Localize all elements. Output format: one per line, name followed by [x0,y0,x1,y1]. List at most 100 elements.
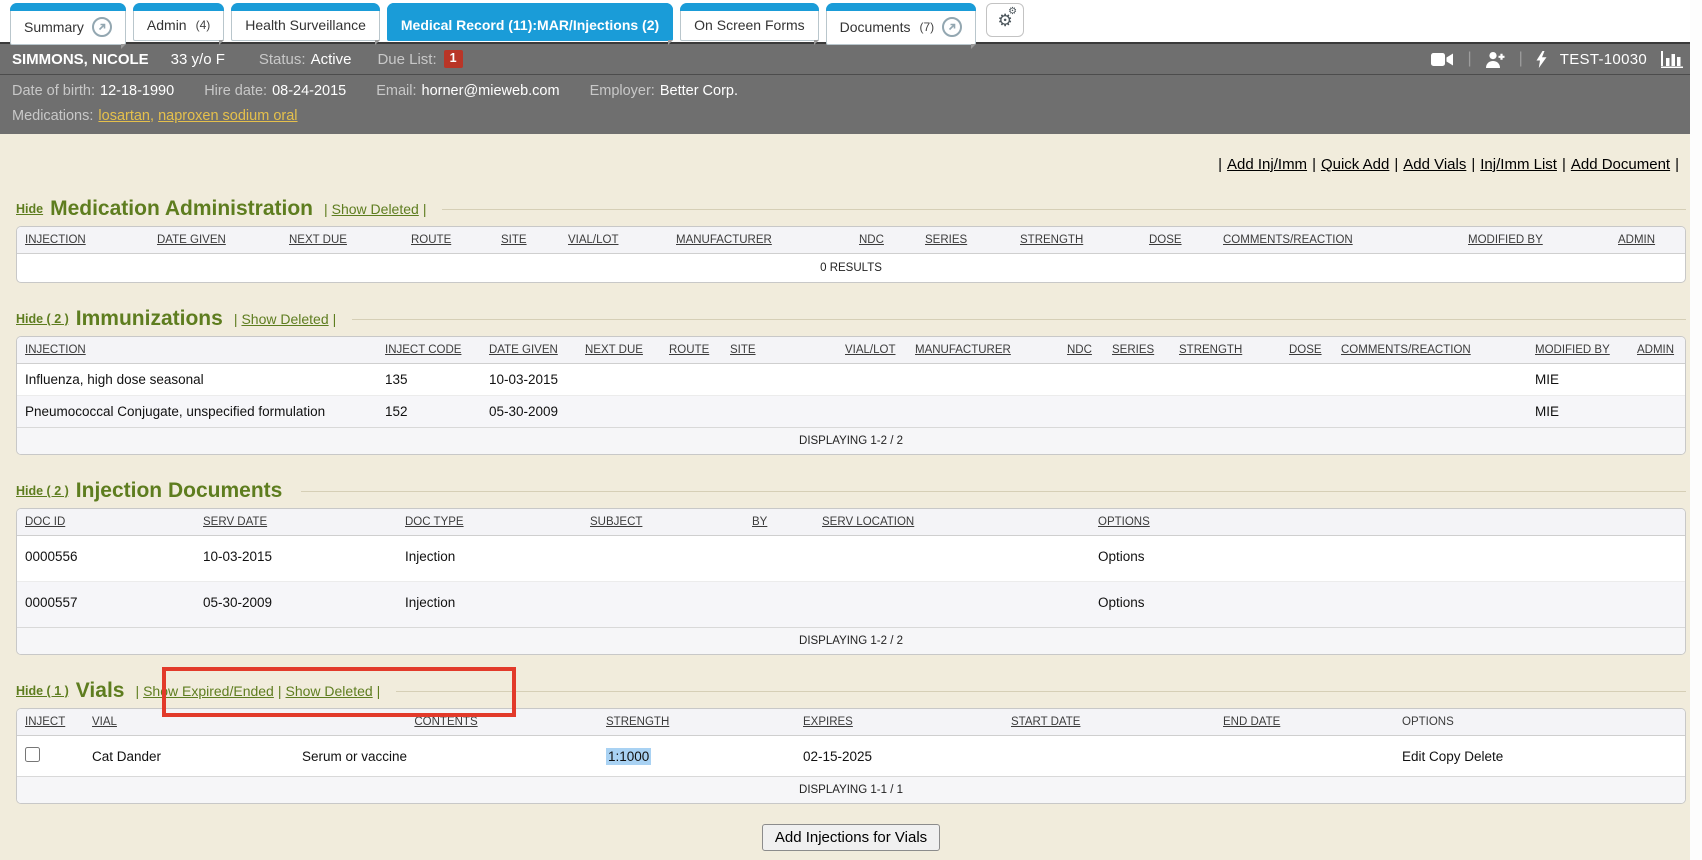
paging-text: DISPLAYING 1-1 / 1 [17,777,1685,804]
section-rule [301,491,1686,492]
show-deleted-link[interactable]: Show Deleted [332,201,419,217]
popout-icon[interactable] [942,17,962,37]
due-list-badge[interactable]: 1 [444,50,463,68]
vertical-scrollbar[interactable] [1690,0,1702,860]
popout-icon[interactable] [92,17,112,37]
results-count: 0 RESULTS [17,254,1685,283]
medication-link[interactable]: losartan [98,108,150,124]
section-title: Immunizations [76,307,223,331]
add-injections-for-vials-button[interactable]: Add Injections for Vials [762,824,940,851]
col-header[interactable]: END DATE [1215,709,1394,736]
cell-contents: Serum or vaccine [294,736,598,777]
col-header[interactable]: ADMIN [1629,337,1685,364]
immunizations-table: INJECTION INJECT CODE DATE GIVEN NEXT DU… [16,336,1686,455]
col-header[interactable]: COMMENTS/REACTION [1215,227,1460,254]
email-label: Email: [376,83,416,99]
col-header[interactable]: DOC ID [17,509,195,536]
quick-add-link[interactable]: Quick Add [1321,156,1389,173]
medication-link[interactable]: naproxen sodium oral [158,108,297,124]
options-link[interactable]: Options [1098,595,1145,610]
section-title: Vials [76,679,125,703]
col-header[interactable]: NDC [1059,337,1104,364]
col-header[interactable]: VIAL/LOT [560,227,668,254]
col-header[interactable]: INJECTION [17,337,377,364]
settings-button[interactable]: ⚙ ⚙ [986,3,1024,37]
tab-label: Admin [147,17,187,33]
section-rule [442,209,1686,210]
col-header[interactable]: SUBJECT [582,509,744,536]
col-header[interactable]: COMMENTS/REACTION [1333,337,1527,364]
col-header[interactable]: INJECT CODE [377,337,481,364]
hide-link[interactable]: Hide [16,202,43,216]
show-deleted-link[interactable]: Show Deleted [286,683,373,699]
col-header[interactable]: SERIES [917,227,1012,254]
immunization-row: Influenza, high dose seasonal 135 10-03-… [17,364,1685,396]
col-header[interactable]: OPTIONS [1090,509,1685,536]
col-header[interactable]: MODIFIED BY [1527,337,1629,364]
tab-health-surveillance[interactable]: Health Surveillance [231,3,380,41]
video-camera-icon[interactable] [1431,52,1454,67]
section-rule [396,691,1686,692]
col-header[interactable]: MANUFACTURER [668,227,851,254]
show-deleted-link[interactable]: Show Deleted [241,311,328,327]
vial-select-checkbox[interactable] [25,747,40,762]
col-header[interactable]: NDC [851,227,917,254]
col-header[interactable]: SERV LOCATION [814,509,1090,536]
col-header[interactable]: DOC TYPE [397,509,582,536]
tab-summary[interactable]: Summary [10,3,126,45]
cell-strength-highlighted: 1:1000 [606,748,651,765]
hide-link[interactable]: Hide ( 2 ) [16,312,69,326]
col-header[interactable]: NEXT DUE [281,227,403,254]
tab-label: Summary [24,19,84,35]
section-medication-administration: Hide Medication Administration |Show Del… [16,197,1686,283]
lightning-icon[interactable] [1536,51,1547,68]
col-header[interactable]: STRENGTH [1012,227,1141,254]
col-header[interactable]: VIAL/LOT [837,337,907,364]
col-header[interactable]: BY [744,509,814,536]
col-header[interactable]: INJECT [17,709,84,736]
options-link[interactable]: Options [1098,549,1145,564]
edit-copy-delete-links[interactable]: Edit Copy Delete [1402,749,1503,764]
patient-age-sex: 33 y/o F [171,51,225,68]
tab-medical-record[interactable]: Medical Record (11):MAR/Injections (2) [387,3,673,41]
col-header[interactable]: STRENGTH [598,709,795,736]
hire-date-value: 08-24-2015 [272,83,346,99]
cell-doc-id: 0000556 [17,536,195,582]
col-header[interactable]: STRENGTH [1171,337,1281,364]
col-header[interactable]: MODIFIED BY [1460,227,1610,254]
col-header[interactable]: SERIES [1104,337,1171,364]
col-header[interactable]: CONTENTS [294,709,598,736]
cell-injection: Influenza, high dose seasonal [17,364,377,396]
col-header[interactable]: ADMIN [1610,227,1685,254]
add-document-link[interactable]: Add Document [1571,156,1670,173]
col-header[interactable]: ROUTE [403,227,493,254]
col-header[interactable]: VIAL [84,709,294,736]
cell-modified-by: MIE [1527,364,1629,396]
col-header[interactable]: MANUFACTURER [907,337,1059,364]
col-header[interactable]: EXPIRES [795,709,1003,736]
col-header[interactable]: DOSE [1141,227,1215,254]
hide-link[interactable]: Hide ( 2 ) [16,484,69,498]
add-vials-link[interactable]: Add Vials [1403,156,1466,173]
tab-label: On Screen Forms [694,17,804,33]
col-header[interactable]: ROUTE [661,337,722,364]
col-header[interactable]: DATE GIVEN [149,227,281,254]
dob-label: Date of birth: [12,83,95,99]
col-header[interactable]: DOSE [1281,337,1333,364]
inj-imm-list-link[interactable]: Inj/Imm List [1480,156,1557,173]
col-header[interactable]: DATE GIVEN [481,337,577,364]
col-header[interactable]: SERV DATE [195,509,397,536]
col-header[interactable]: SITE [722,337,837,364]
chart-icon[interactable] [1660,51,1684,68]
add-person-icon[interactable] [1485,51,1506,68]
col-header[interactable]: START DATE [1003,709,1215,736]
col-header[interactable]: NEXT DUE [577,337,661,364]
tab-documents[interactable]: Documents (7) [826,3,976,45]
col-header[interactable]: INJECTION [17,227,149,254]
tab-on-screen-forms[interactable]: On Screen Forms [680,3,818,41]
tab-admin[interactable]: Admin (4) [133,3,224,41]
hide-link[interactable]: Hide ( 1 ) [16,684,69,698]
col-header[interactable]: SITE [493,227,560,254]
show-expired-ended-link[interactable]: Show Expired/Ended [143,683,274,699]
add-inj-imm-link[interactable]: Add Inj/Imm [1227,156,1307,173]
